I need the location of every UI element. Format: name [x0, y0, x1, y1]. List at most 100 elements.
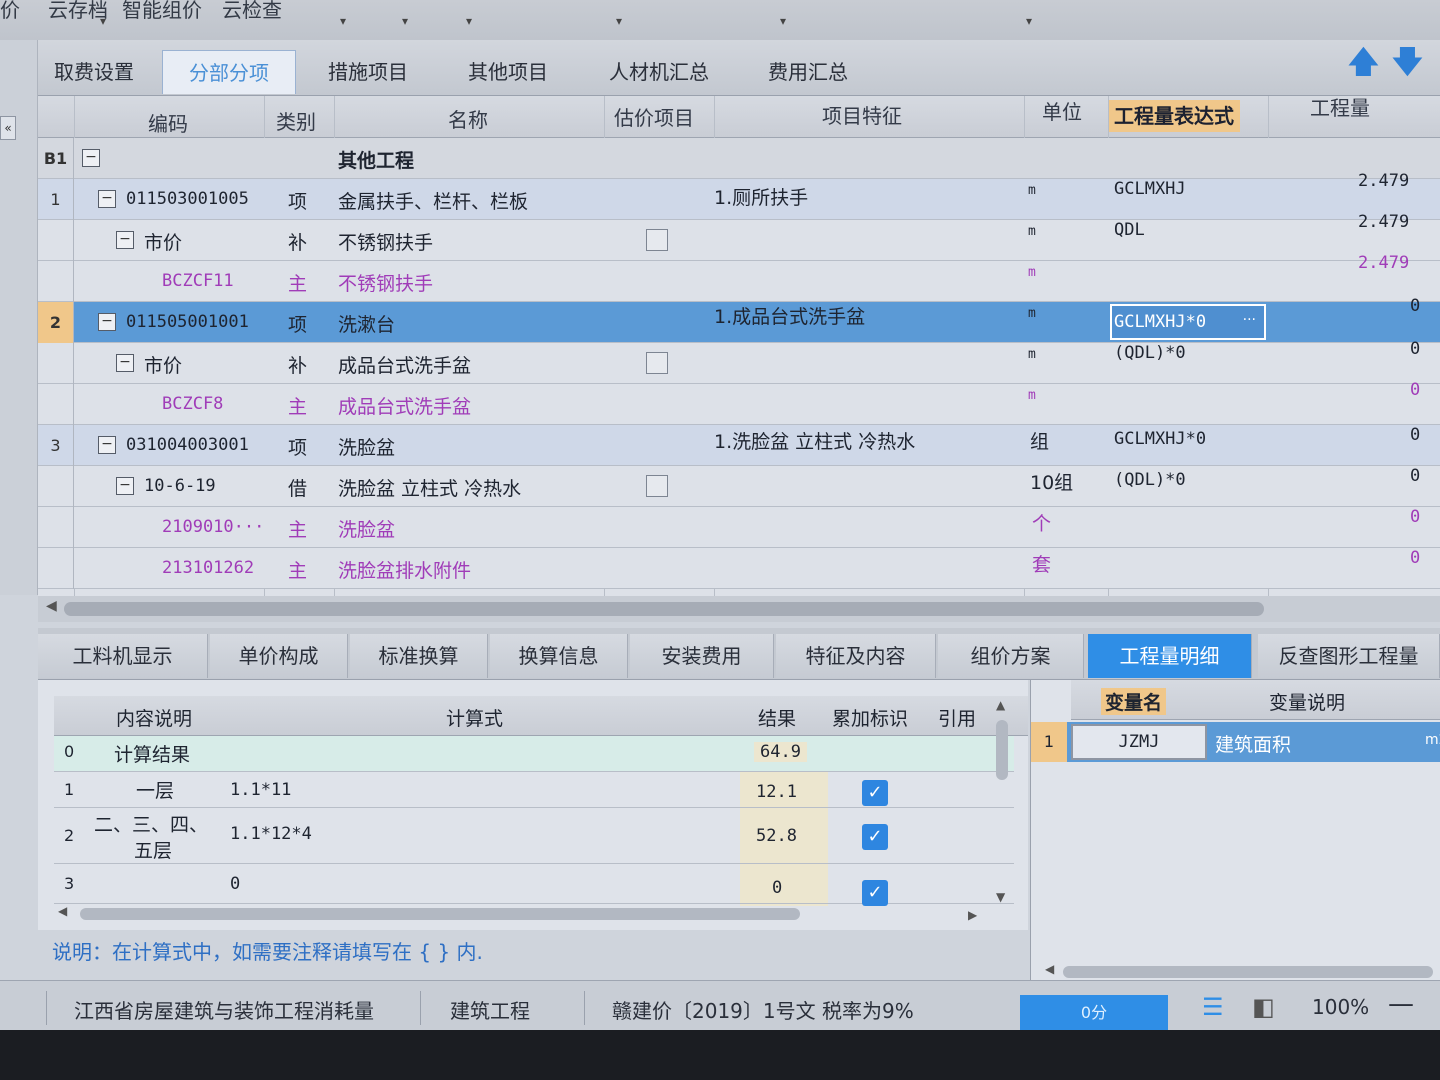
- table-row[interactable]: 3 − 031004003001 项 洗脸盆 1.洗脸盆 立柱式 冷热水 组 G…: [38, 425, 1440, 466]
- table-row[interactable]: BCZCF11 主 不锈钢扶手 m 2.479: [38, 253, 1440, 302]
- scroll-up-icon[interactable]: ▲: [996, 698, 1005, 712]
- status-quota[interactable]: 江西省房屋建筑与装饰工程消耗量: [74, 995, 374, 1024]
- cell-name[interactable]: 洗脸盆排水附件: [338, 556, 471, 583]
- tab-features-content[interactable]: 特征及内容: [776, 634, 936, 678]
- cell-expression[interactable]: QDL: [1114, 220, 1145, 240]
- top-menu-item[interactable]: 价: [0, 0, 20, 23]
- collapse-tree-icon[interactable]: −: [98, 436, 116, 454]
- collapse-tree-icon[interactable]: −: [116, 231, 134, 249]
- tab-pricing-scheme[interactable]: 组价方案: [938, 634, 1084, 678]
- cell-quantity[interactable]: 2.479: [1358, 171, 1409, 191]
- collapse-tree-icon[interactable]: −: [116, 477, 134, 495]
- cell-feature[interactable]: 1.厕所扶手: [714, 183, 808, 210]
- scrollbar-thumb[interactable]: [80, 908, 800, 920]
- cell-type[interactable]: 补: [288, 351, 307, 378]
- cell-result[interactable]: 12.1: [756, 782, 797, 802]
- dropdown-arrow-icon[interactable]: ▾: [616, 14, 622, 28]
- table-row[interactable]: 2109010··· 主 洗脸盆 个 0: [38, 507, 1440, 548]
- cell-name[interactable]: 洗脸盆: [338, 433, 395, 460]
- table-row-selected[interactable]: 2 − 011505001001 项 洗漱台 1.成品台式洗手盆 m GCLMX…: [38, 296, 1440, 343]
- tab-reverse-graphic-quantity[interactable]: 反查图形工程量: [1258, 634, 1440, 678]
- tab-labor-material-summary[interactable]: 人材机汇总: [586, 50, 732, 94]
- dropdown-arrow-icon[interactable]: ▾: [466, 14, 472, 28]
- cell-desc-line2[interactable]: 五层: [134, 836, 172, 863]
- cell-result[interactable]: 52.8: [756, 826, 797, 846]
- cell-name[interactable]: 洗脸盆: [338, 515, 395, 542]
- col-header-name[interactable]: 名称: [448, 104, 488, 133]
- variable-horizontal-scrollbar[interactable]: ◀: [1045, 962, 1440, 980]
- col-header-desc[interactable]: 内容说明: [116, 704, 192, 731]
- cell-unit[interactable]: 套: [1032, 550, 1051, 577]
- zoom-out-icon[interactable]: —: [1388, 989, 1414, 1019]
- cell-quantity[interactable]: 0: [1410, 339, 1420, 359]
- scroll-left-icon[interactable]: ◀: [58, 904, 67, 918]
- cell-expression[interactable]: (QDL)*0: [1114, 343, 1186, 363]
- table-row[interactable]: − 市价 补 成品台式洗手盆 m (QDL)*0 0: [38, 339, 1440, 384]
- cell-expression[interactable]: GCLMXHJ*0: [1114, 429, 1206, 449]
- cell-unit[interactable]: 组: [1030, 427, 1049, 454]
- collapse-tree-icon[interactable]: −: [82, 149, 100, 167]
- cell-name[interactable]: 不锈钢扶手: [338, 269, 433, 296]
- cell-type[interactable]: 项: [288, 187, 307, 214]
- accumulate-checkbox[interactable]: ✓: [862, 780, 888, 806]
- cell-code[interactable]: 011505001001: [126, 312, 249, 332]
- estimate-checkbox[interactable]: [646, 229, 668, 251]
- tab-unit-price-composition[interactable]: 单价构成: [210, 634, 348, 678]
- table-row[interactable]: 0 计算结果 64.9: [54, 736, 1014, 772]
- move-down-icon[interactable]: 🡇: [1392, 40, 1423, 91]
- tab-installation-cost[interactable]: 安装费用: [630, 634, 774, 678]
- cell-name[interactable]: 成品台式洗手盆: [338, 392, 471, 419]
- tab-cost-summary[interactable]: 费用汇总: [742, 50, 874, 94]
- cell-unit[interactable]: 10组: [1030, 468, 1073, 495]
- cell-name[interactable]: 金属扶手、栏杆、栏板: [338, 187, 528, 214]
- table-row[interactable]: 1 一层 1.1*11 12.1 ✓: [54, 772, 1014, 808]
- scroll-down-icon[interactable]: ▼: [996, 890, 1005, 904]
- split-view-icon[interactable]: ◧: [1252, 993, 1275, 1021]
- table-row[interactable]: BCZCF8 主 成品台式洗手盆 m 0: [38, 380, 1440, 425]
- dropdown-arrow-icon[interactable]: ▾: [402, 14, 408, 28]
- cell-name[interactable]: 成品台式洗手盆: [338, 351, 471, 378]
- cell-unit[interactable]: m: [1028, 388, 1036, 403]
- dropdown-arrow-icon[interactable]: ▾: [340, 14, 346, 28]
- collapse-tree-icon[interactable]: −: [98, 313, 116, 331]
- table-row[interactable]: 213101262 主 洗脸盆排水附件 套 0: [38, 548, 1440, 589]
- accumulate-checkbox[interactable]: ✓: [862, 880, 888, 906]
- col-header-ref[interactable]: 引用: [938, 704, 976, 731]
- cell-quantity[interactable]: 2.479: [1358, 212, 1409, 232]
- cell-desc-line1[interactable]: 二、三、四、: [94, 810, 208, 837]
- estimate-checkbox[interactable]: [646, 475, 668, 497]
- status-tax[interactable]: 赣建价〔2019〕1号文 税率为9%: [612, 995, 914, 1024]
- scrollbar-thumb[interactable]: [996, 720, 1008, 780]
- dropdown-arrow-icon[interactable]: ▾: [1026, 14, 1032, 28]
- cell-quantity[interactable]: 0: [1410, 425, 1420, 445]
- cell-quantity[interactable]: 0: [1410, 380, 1420, 400]
- table-row[interactable]: 2 二、三、四、 五层 1.1*12*4 52.8 ✓: [54, 808, 1014, 864]
- cell-quantity[interactable]: 0: [1410, 548, 1420, 568]
- cell-feature[interactable]: 1.成品台式洗手盆: [714, 302, 865, 329]
- move-up-icon[interactable]: 🡅: [1348, 40, 1379, 91]
- cell-unit[interactable]: m: [1028, 224, 1036, 239]
- cell-expression[interactable]: GCLMXHJ: [1114, 179, 1186, 199]
- cell-variable-name[interactable]: JZMJ: [1071, 724, 1207, 760]
- detail-horizontal-scrollbar[interactable]: ◀ ▶: [54, 904, 1014, 924]
- cell-unit[interactable]: m: [1028, 265, 1036, 280]
- cell-formula[interactable]: 1.1*11: [230, 780, 291, 800]
- dropdown-arrow-icon[interactable]: ▾: [780, 14, 786, 28]
- table-row[interactable]: 1 JZMJ 建筑面积 m2: [1031, 722, 1440, 762]
- cell-type[interactable]: 借: [288, 474, 307, 501]
- cell-formula[interactable]: 1.1*12*4: [230, 824, 312, 844]
- estimate-checkbox[interactable]: [646, 352, 668, 374]
- cell-quantity[interactable]: 0: [1410, 507, 1420, 527]
- tab-sub-items[interactable]: 分部分项: [162, 50, 296, 94]
- col-header-code[interactable]: 编码: [148, 108, 188, 137]
- cell-type[interactable]: 主: [288, 515, 307, 542]
- cell-feature[interactable]: 1.洗脸盆 立柱式 冷热水: [714, 427, 915, 454]
- cell-name[interactable]: 洗漱台: [338, 310, 395, 337]
- col-header-quantity[interactable]: 工程量: [1310, 92, 1370, 121]
- collapse-tree-icon[interactable]: −: [98, 190, 116, 208]
- scroll-right-icon[interactable]: ▶: [968, 908, 977, 922]
- table-row[interactable]: − 市价 补 不锈钢扶手 m QDL 2.479: [38, 212, 1440, 261]
- col-header-feature[interactable]: 项目特征: [822, 100, 902, 129]
- scrollbar-thumb[interactable]: [1063, 966, 1433, 978]
- scroll-left-icon[interactable]: ◀: [1045, 962, 1054, 976]
